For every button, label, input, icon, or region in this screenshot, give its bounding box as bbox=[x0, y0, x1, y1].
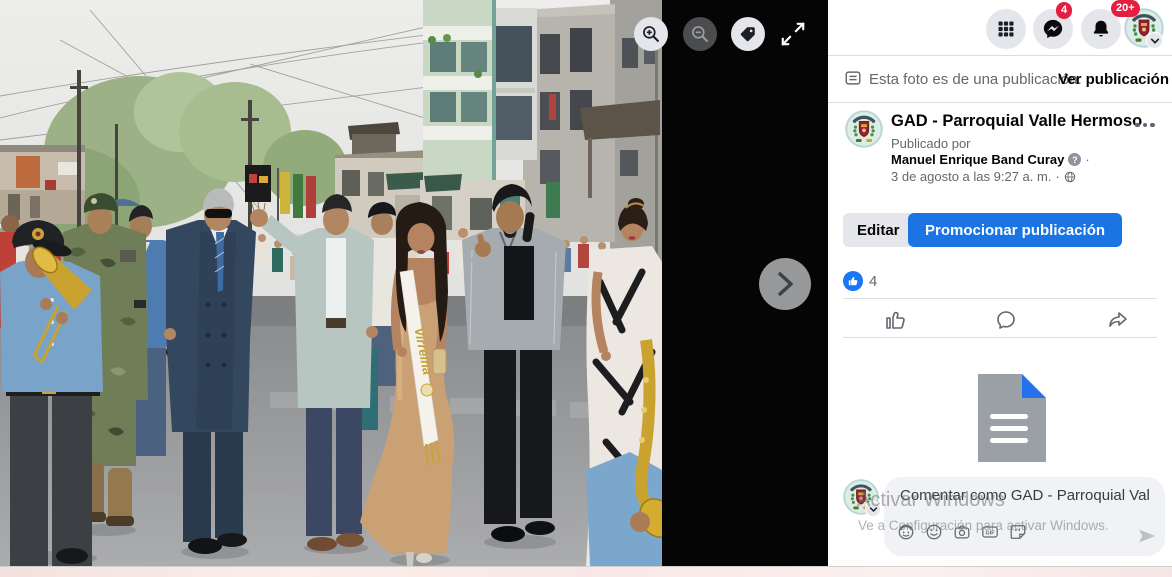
apps-menu-button[interactable] bbox=[986, 9, 1026, 49]
gif-button[interactable]: GIF bbox=[981, 523, 999, 541]
emoji-button[interactable] bbox=[925, 523, 943, 541]
bell-icon bbox=[1090, 18, 1112, 40]
comment-button[interactable] bbox=[971, 305, 1041, 335]
sticker-button[interactable] bbox=[1009, 523, 1027, 541]
photo-viewer-stage: Virreina bbox=[0, 0, 828, 567]
chevron-down-icon bbox=[1150, 36, 1160, 46]
comment-bubble-icon bbox=[994, 308, 1018, 332]
zoom-out-icon bbox=[690, 24, 710, 44]
parade-photo[interactable]: Virreina bbox=[0, 0, 662, 566]
post-note-icon bbox=[844, 69, 862, 92]
zoom-in-icon bbox=[641, 24, 661, 44]
camera-icon bbox=[953, 523, 971, 541]
post-sidebar: 4 20+ Esta foto es de una publicación. V… bbox=[828, 0, 1172, 567]
like-button[interactable] bbox=[860, 305, 930, 335]
promote-post-button[interactable]: Promocionar publicación bbox=[908, 213, 1122, 247]
view-post-link[interactable]: Ver publicación bbox=[1058, 71, 1169, 88]
chevron-right-icon bbox=[773, 269, 797, 299]
expand-icon bbox=[780, 21, 806, 47]
thumb-up-filled-icon bbox=[847, 275, 859, 287]
notifications-badge: 20+ bbox=[1111, 0, 1140, 17]
page-avatar[interactable] bbox=[845, 110, 883, 148]
post-timestamp[interactable]: 3 de agosto a las 9:27 a. m. bbox=[891, 169, 1051, 184]
publisher-name-link[interactable]: Manuel Enrique Band Curay bbox=[891, 152, 1064, 167]
comment-input[interactable]: Comentar como GAD - Parroquial Vall... bbox=[884, 477, 1165, 556]
thumb-up-icon bbox=[883, 308, 907, 332]
tag-icon bbox=[739, 25, 757, 43]
post-options-button[interactable] bbox=[1131, 114, 1159, 136]
divider bbox=[843, 298, 1157, 299]
globe-icon bbox=[1064, 171, 1076, 183]
tag-photo-button[interactable] bbox=[731, 17, 765, 51]
avatar-sticker-button[interactable] bbox=[897, 523, 915, 541]
divider bbox=[828, 102, 1172, 103]
timestamp-row: 3 de agosto a las 9:27 a. m. · bbox=[891, 169, 1076, 184]
banner-message: Esta foto es de una publicación. bbox=[869, 71, 1082, 88]
separator-dot: · bbox=[1085, 152, 1089, 167]
messenger-badge: 4 bbox=[1056, 2, 1072, 19]
page-crest-image bbox=[845, 110, 883, 148]
commenter-chevron-badge[interactable] bbox=[865, 501, 881, 517]
avatar-emoji-icon bbox=[897, 523, 915, 541]
zoom-in-button[interactable] bbox=[634, 17, 668, 51]
share-arrow-icon bbox=[1106, 308, 1130, 332]
send-comment-button[interactable] bbox=[1135, 524, 1159, 548]
like-reaction-icon[interactable] bbox=[843, 271, 863, 291]
published-by-label: Publicado por bbox=[891, 136, 971, 151]
attach-photo-button[interactable] bbox=[953, 523, 971, 541]
sticker-icon bbox=[1009, 523, 1027, 541]
smiley-icon bbox=[925, 523, 943, 541]
edit-button[interactable]: Editar bbox=[843, 213, 914, 247]
zoom-out-button[interactable] bbox=[683, 17, 717, 51]
divider bbox=[828, 55, 1172, 56]
apps-grid-icon bbox=[996, 19, 1016, 39]
fullscreen-button[interactable] bbox=[777, 18, 809, 50]
gif-icon: GIF bbox=[981, 523, 999, 541]
share-button[interactable] bbox=[1083, 305, 1153, 335]
help-icon[interactable]: ? bbox=[1068, 153, 1081, 166]
send-icon bbox=[1137, 526, 1157, 546]
document-placeholder-icon bbox=[970, 372, 1048, 469]
publisher-row: Manuel Enrique Band Curay ? · bbox=[891, 152, 1090, 167]
page-name-link[interactable]: GAD - Parroquial Valle Hermoso bbox=[891, 112, 1142, 131]
account-chevron-badge[interactable] bbox=[1146, 32, 1163, 49]
messenger-icon bbox=[1042, 18, 1064, 40]
next-photo-button[interactable] bbox=[759, 258, 811, 310]
comment-placeholder: Comentar como GAD - Parroquial Vall... bbox=[900, 487, 1150, 504]
separator-dot: · bbox=[1055, 169, 1059, 184]
chevron-down-icon bbox=[869, 505, 878, 514]
like-count[interactable]: 4 bbox=[869, 273, 877, 290]
window-bottom-edge bbox=[0, 566, 1172, 577]
svg-text:GIF: GIF bbox=[986, 531, 996, 537]
divider bbox=[843, 337, 1157, 338]
